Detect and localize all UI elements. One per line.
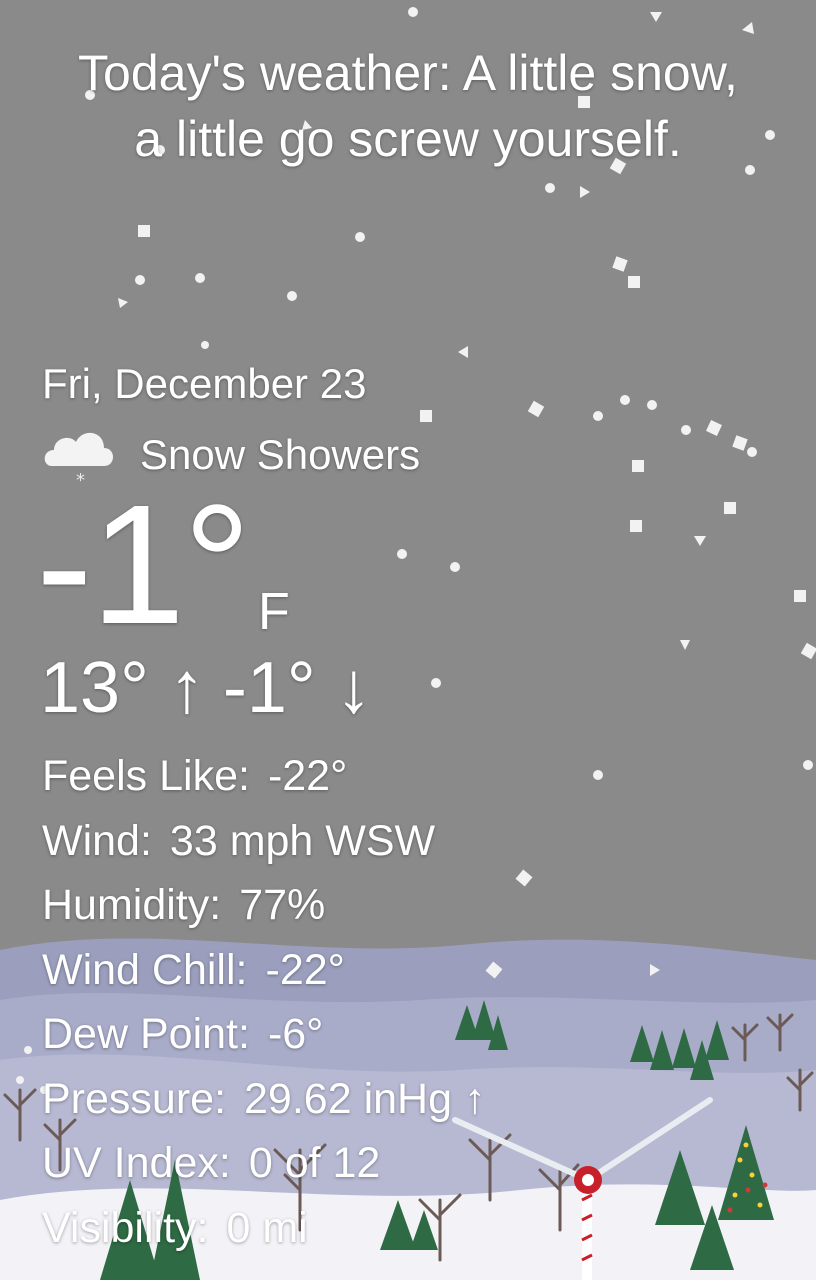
stat-value: 29.62 inHg ↑ xyxy=(244,1074,486,1123)
stat-uv-index: UV Index: 0 of 12 xyxy=(42,1131,485,1196)
weather-stats-list: Feels Like: -22° Wind: 33 mph WSW Humidity… xyxy=(42,744,485,1260)
stat-label: Humidity: xyxy=(42,881,222,929)
stat-label: Dew Point: xyxy=(42,1010,250,1058)
stat-pressure: Pressure: 29.62 inHg ↑ xyxy=(42,1067,485,1132)
stat-value: 0 mi xyxy=(226,1203,308,1252)
weather-headline: Today's weather: A little snow, a little… xyxy=(78,45,738,167)
date-label: Fri, December 23 xyxy=(42,360,367,407)
stat-label: Visibility: xyxy=(42,1203,209,1252)
low-temperature: -1° ↓ xyxy=(222,648,372,728)
high-low-row: 13° ↑ -1° ↓ xyxy=(40,648,372,728)
stat-label: Wind Chill: xyxy=(42,945,248,994)
stat-value: -22° xyxy=(265,945,345,994)
stat-wind-chill: Wind Chill: -22° xyxy=(42,938,485,1003)
stat-label: Feels Like: xyxy=(42,752,250,800)
stat-value: -6° xyxy=(267,1010,324,1058)
stat-humidity: Humidity: 77% xyxy=(42,873,485,938)
stat-dew-point: Dew Point: -6° xyxy=(42,1002,485,1067)
stat-value: 33 mph WSW xyxy=(169,816,436,865)
stat-value: 77% xyxy=(239,881,326,929)
stat-wind: Wind: 33 mph WSW xyxy=(42,809,485,874)
stat-label: Wind: xyxy=(42,816,152,865)
stat-label: Pressure: xyxy=(42,1074,227,1123)
temperature-unit: F xyxy=(258,583,290,641)
high-temperature: 13° ↑ xyxy=(40,648,205,728)
stat-value: 0 of 12 xyxy=(248,1139,381,1187)
stat-value: -22° xyxy=(267,752,348,800)
stat-label: UV Index: xyxy=(42,1139,231,1187)
stat-visibility: Visibility: 0 mi xyxy=(42,1196,485,1261)
current-temperature: -1° xyxy=(36,470,251,660)
stat-feels-like: Feels Like: -22° xyxy=(42,744,485,809)
